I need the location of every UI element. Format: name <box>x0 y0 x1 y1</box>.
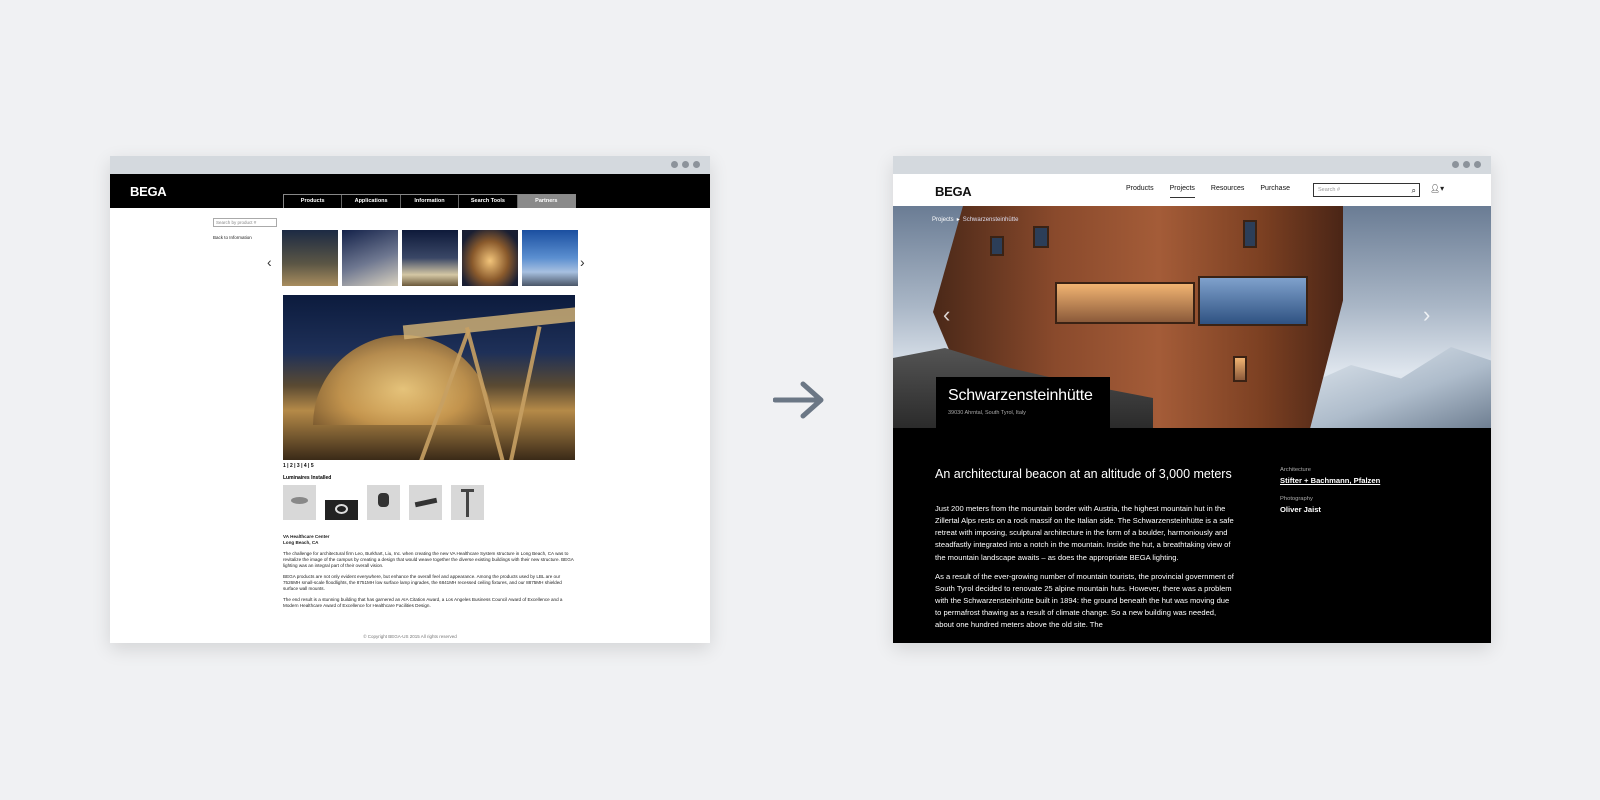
old-search-input[interactable]: Search by product # <box>213 218 277 227</box>
chevron-right-icon[interactable]: › <box>580 254 585 270</box>
old-project-text: VA Healthcare Center Long Beach, CA The c… <box>283 534 575 614</box>
project-paragraph: As a result of the ever-growing number o… <box>935 571 1234 630</box>
photography-label: Photography <box>1280 496 1313 502</box>
new-logo[interactable]: BEGA <box>935 184 972 199</box>
breadcrumb-current: Schwarzensteinhütte <box>962 217 1019 223</box>
old-nav-applications[interactable]: Applications <box>342 195 401 208</box>
old-paragraph: The challenge for architectural firm Leo… <box>283 550 574 568</box>
arrow-right-icon <box>773 381 824 419</box>
new-nav: Products Projects Resources Purchase <box>1126 185 1290 198</box>
old-thumbnail[interactable] <box>522 230 578 286</box>
breadcrumb-projects[interactable]: Projects <box>932 217 954 223</box>
old-nav-information[interactable]: Information <box>401 195 460 208</box>
old-thumbnail[interactable] <box>282 230 338 286</box>
old-thumbnail[interactable] <box>402 230 458 286</box>
old-site-page: BEGA Products Applications Information S… <box>110 174 710 643</box>
luminaire-thumbnail[interactable] <box>283 485 316 520</box>
chevron-right-icon[interactable]: › <box>1423 302 1430 328</box>
project-heading: An architectural beacon at an altitude o… <box>935 467 1232 481</box>
new-nav-purchase[interactable]: Purchase <box>1260 185 1290 198</box>
project-title-box: Schwarzensteinhütte 39030 Ahrntal, South… <box>936 377 1110 431</box>
luminaire-thumbnail[interactable] <box>367 485 400 520</box>
old-logo[interactable]: BEGA <box>130 184 167 199</box>
breadcrumb: Projects ▸ Schwarzensteinhütte <box>932 216 1018 223</box>
project-meta: Architecture Stifter + Bachmann, Pfalzen… <box>1280 467 1380 525</box>
old-nav-search-tools[interactable]: Search Tools <box>459 195 518 208</box>
window-titlebar <box>110 156 710 174</box>
window-dots <box>671 161 700 168</box>
old-site-window: BEGA Products Applications Information S… <box>110 156 710 643</box>
project-paragraph: Just 200 meters from the mountain border… <box>935 504 1234 562</box>
project-body: An architectural beacon at an altitude o… <box>893 428 1491 643</box>
search-icon[interactable]: ⌕ <box>1412 185 1416 197</box>
old-nav-partners[interactable]: Partners <box>517 195 576 208</box>
old-back-link[interactable]: Back to Information <box>213 235 252 240</box>
user-menu-icon[interactable]: 👤︎▾ <box>1430 184 1444 193</box>
new-site-window: BEGA Products Projects Resources Purchas… <box>893 156 1491 643</box>
new-nav-projects[interactable]: Projects <box>1169 185 1195 198</box>
project-location: 39030 Ahrntal, South Tyrol, Italy <box>948 410 1026 416</box>
window-dots <box>1452 161 1481 168</box>
chevron-left-icon[interactable]: ‹ <box>267 254 272 270</box>
architecture-label: Architecture <box>1280 467 1311 473</box>
old-thumbnail[interactable] <box>462 230 518 286</box>
old-luminaires-title: Luminaires Installed <box>283 475 332 481</box>
old-thumbnail[interactable] <box>342 230 398 286</box>
old-nav-products[interactable]: Products <box>284 195 343 208</box>
old-main-photo <box>283 295 575 460</box>
new-header: BEGA Products Projects Resources Purchas… <box>893 174 1491 206</box>
luminaire-thumbnail[interactable] <box>409 485 442 520</box>
new-nav-resources[interactable]: Resources <box>1211 185 1244 198</box>
old-paragraph: The end result is a stunning building th… <box>283 596 563 608</box>
window-titlebar <box>893 156 1491 174</box>
old-paragraph: BEGA products are not only evident every… <box>283 573 562 591</box>
old-luminaires-list <box>283 485 484 520</box>
luminaire-thumbnail[interactable] <box>451 485 484 520</box>
luminaire-thumbnail[interactable] <box>325 485 358 520</box>
old-project-name: VA Healthcare Center <box>283 534 330 539</box>
old-nav: Products Applications Information Search… <box>283 194 576 208</box>
breadcrumb-separator-icon: ▸ <box>956 217 960 223</box>
new-search-placeholder: Search # <box>1318 187 1341 193</box>
old-thumbnail-strip <box>282 230 578 286</box>
old-pagination[interactable]: 1 | 2 | 3 | 4 | 5 <box>283 463 314 469</box>
old-header: BEGA Products Applications Information S… <box>110 174 710 208</box>
chevron-left-icon[interactable]: ‹ <box>943 302 950 328</box>
old-copyright: © Copyright BEGA-US 2015 All rights rese… <box>363 634 457 639</box>
architecture-link[interactable]: Stifter + Bachmann, Pfalzen <box>1280 476 1380 485</box>
new-nav-products[interactable]: Products <box>1126 185 1154 198</box>
photography-value: Oliver Jaist <box>1280 505 1321 514</box>
old-project-location: Long Beach, CA <box>283 539 319 545</box>
new-search-input[interactable]: Search # ⌕ <box>1313 183 1420 197</box>
project-text: Just 200 meters from the mountain border… <box>935 503 1235 638</box>
project-title: Schwarzensteinhütte <box>948 387 1093 404</box>
